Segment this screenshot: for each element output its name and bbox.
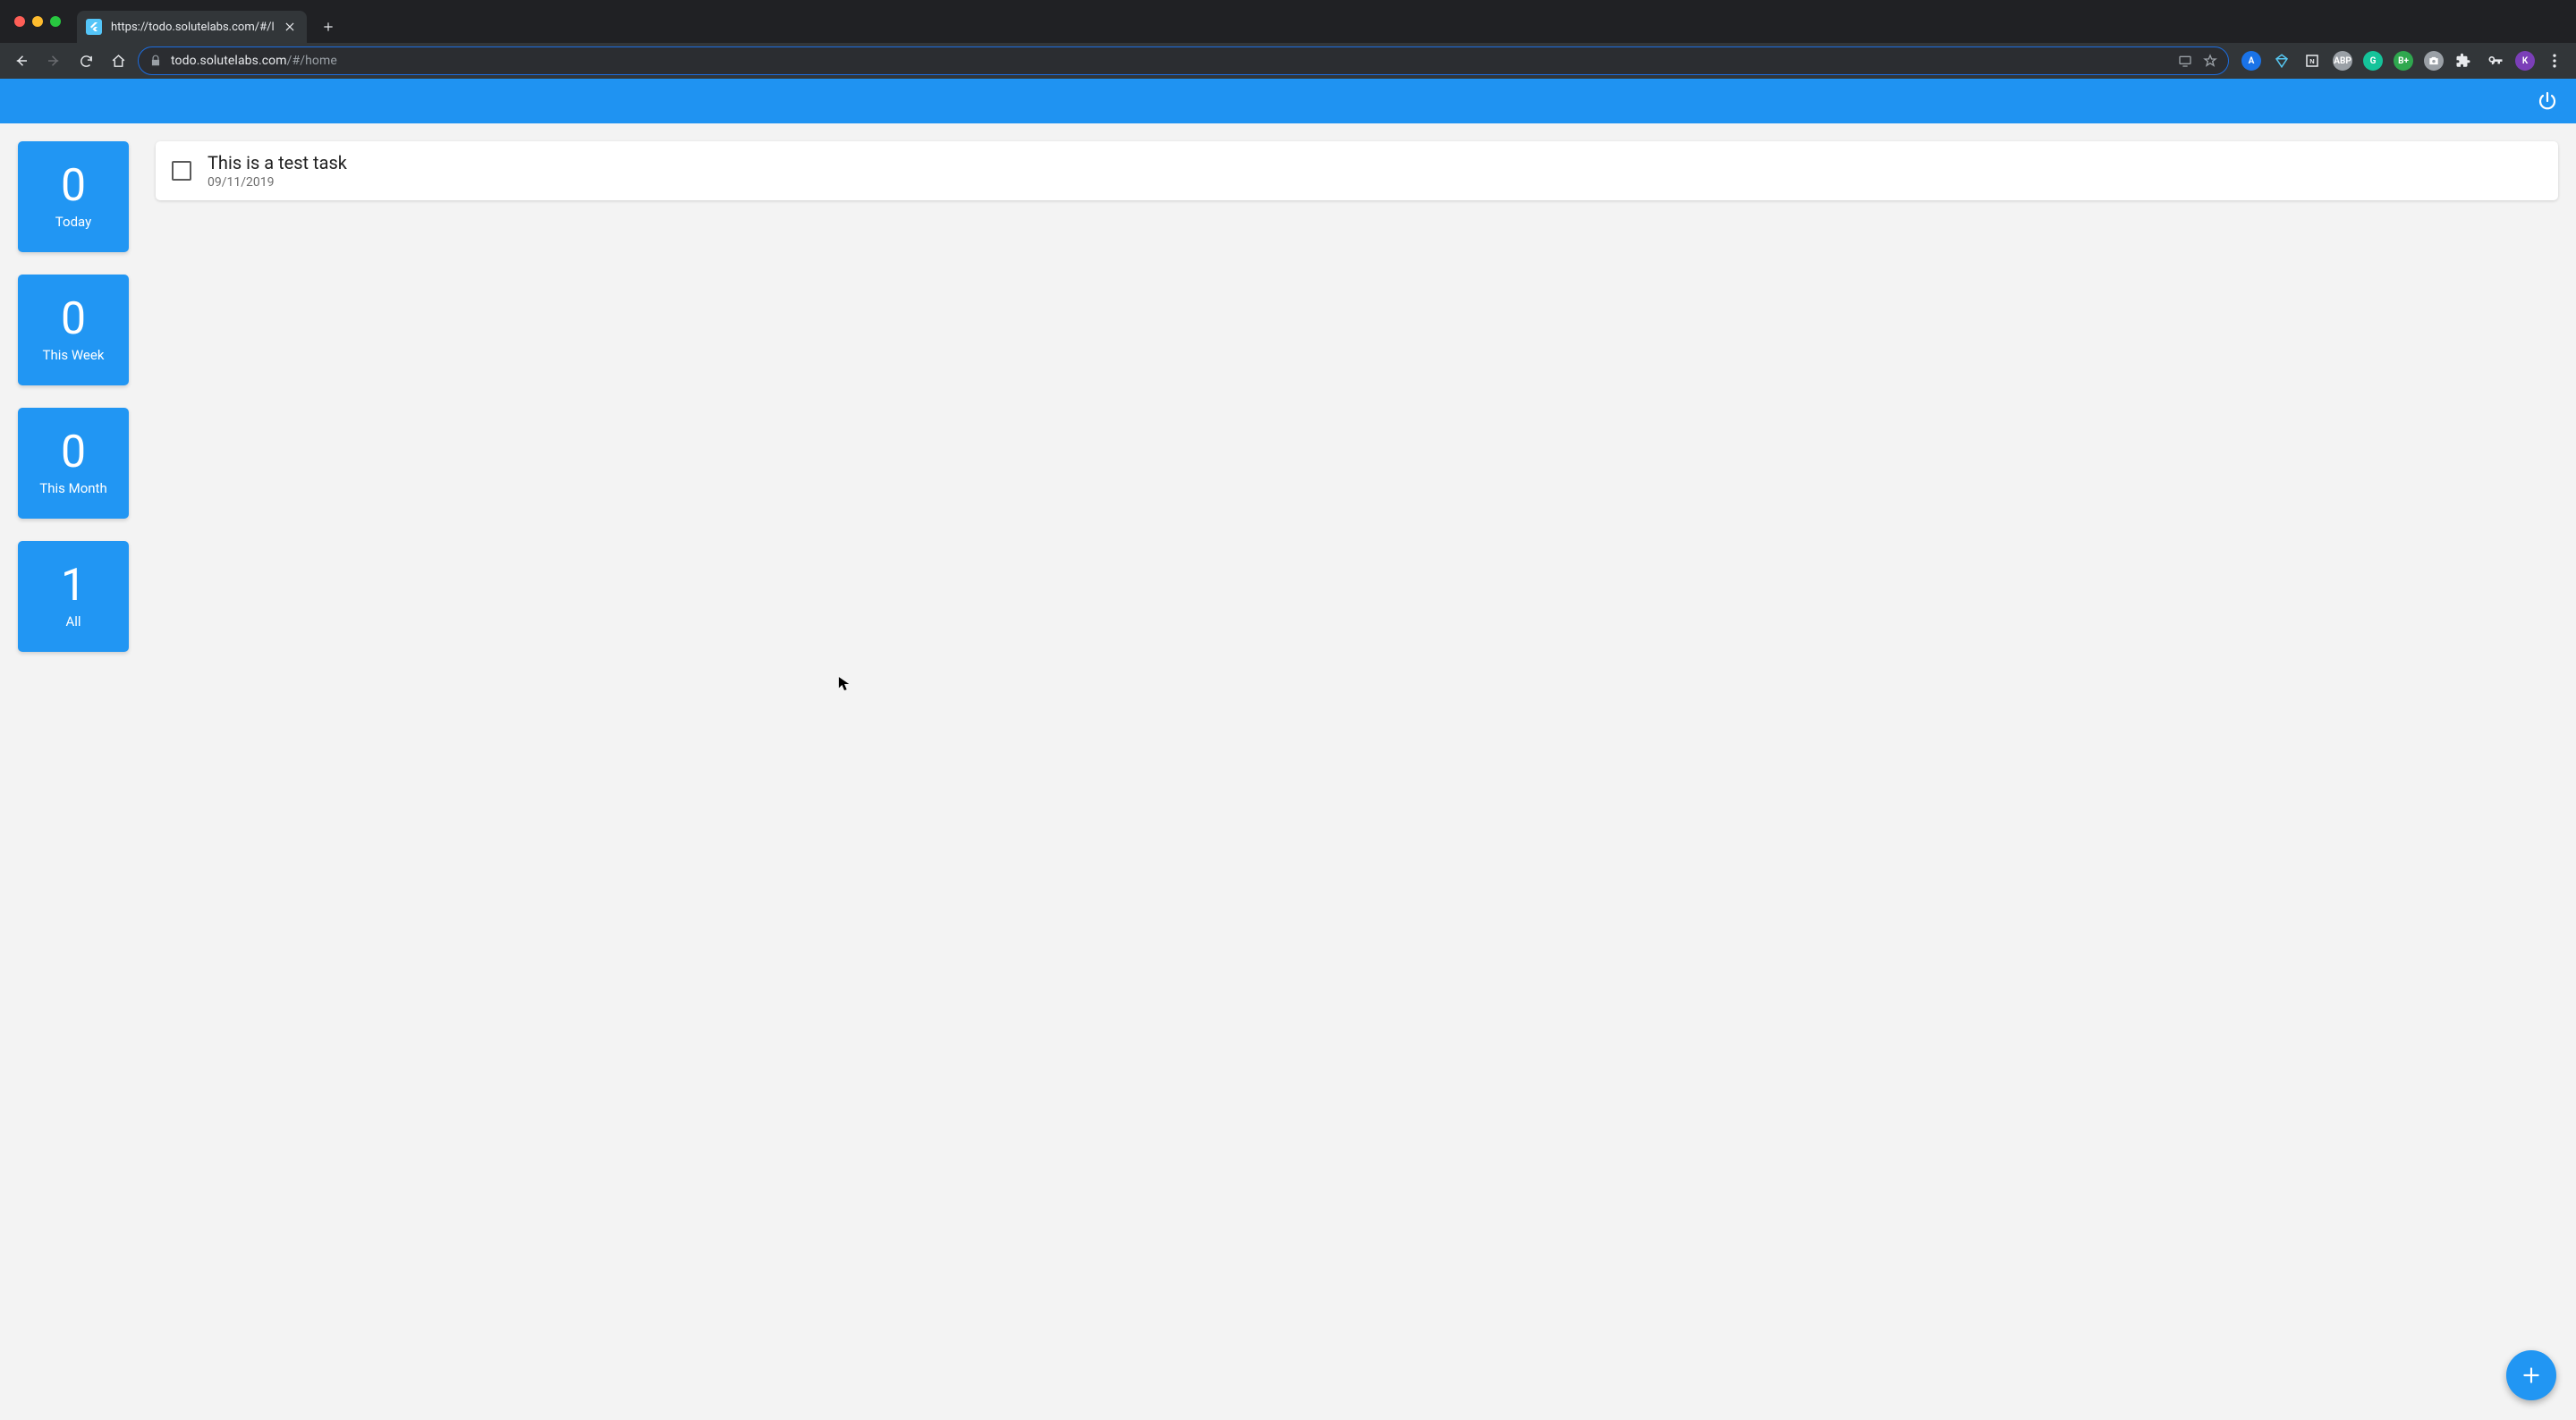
extension-icon[interactable]: N: [2302, 51, 2322, 71]
task-list: This is a test task 09/11/2019: [156, 141, 2558, 652]
extension-icon[interactable]: G: [2363, 51, 2383, 71]
filter-label: This Month: [39, 480, 106, 496]
extensions-row: A N ABP G B+: [2241, 51, 2444, 71]
passwords-key-icon[interactable]: [2483, 48, 2508, 73]
page-content: 0 Today 0 This Week 0 This Month 1 All This is …: [0, 123, 2576, 670]
filter-label: All: [65, 613, 80, 630]
lock-icon: [149, 55, 162, 67]
new-tab-button[interactable]: [316, 14, 341, 39]
filter-card-this-week[interactable]: 0 This Week: [18, 275, 129, 385]
close-tab-icon[interactable]: [284, 21, 296, 33]
window-close-button[interactable]: [14, 16, 25, 27]
url-domain: todo.solutelabs.com: [171, 54, 287, 68]
back-button[interactable]: [9, 48, 34, 73]
task-info: This is a test task 09/11/2019: [208, 152, 347, 190]
forward-button[interactable]: [41, 48, 66, 73]
browser-tabstrip: https://todo.solutelabs.com/#/l: [0, 0, 2576, 43]
page-viewport: 0 Today 0 This Week 0 This Month 1 All This is …: [0, 79, 2576, 1420]
filter-card-this-month[interactable]: 0 This Month: [18, 408, 129, 519]
app-bar: [0, 79, 2576, 123]
window-controls: [14, 0, 61, 43]
install-app-icon[interactable]: [2178, 54, 2192, 68]
filter-label: This Week: [43, 347, 105, 363]
window-maximize-button[interactable]: [50, 16, 61, 27]
svg-text:N: N: [2309, 57, 2314, 65]
home-button[interactable]: [106, 48, 131, 73]
extensions-puzzle-icon[interactable]: [2451, 48, 2476, 73]
logout-button[interactable]: [2537, 90, 2558, 112]
url-path: /#/home: [287, 54, 337, 68]
task-row[interactable]: This is a test task 09/11/2019: [156, 141, 2558, 200]
tab-title: https://todo.solutelabs.com/#/l: [111, 21, 275, 34]
extension-icon[interactable]: A: [2241, 51, 2261, 71]
filter-count: 1: [61, 563, 86, 608]
task-date: 09/11/2019: [208, 175, 347, 190]
extension-icon[interactable]: ABP: [2333, 51, 2352, 71]
task-title: This is a test task: [208, 152, 347, 173]
reload-button[interactable]: [73, 48, 98, 73]
omnibox-actions: [2178, 54, 2217, 68]
address-bar[interactable]: todo.solutelabs.com/#/home: [138, 46, 2229, 75]
bookmark-star-icon[interactable]: [2203, 54, 2217, 68]
filter-card-all[interactable]: 1 All: [18, 541, 129, 652]
browser-tab[interactable]: https://todo.solutelabs.com/#/l: [77, 11, 307, 43]
filter-count: 0: [61, 430, 86, 475]
window-minimize-button[interactable]: [32, 16, 43, 27]
flutter-favicon-icon: [86, 19, 102, 35]
filter-count: 0: [61, 297, 86, 342]
extension-icon[interactable]: [2272, 51, 2292, 71]
url-text: todo.solutelabs.com/#/home: [171, 54, 2169, 68]
profile-avatar[interactable]: K: [2515, 51, 2535, 71]
extension-icon[interactable]: [2424, 51, 2444, 71]
filter-count: 0: [61, 164, 86, 208]
browser-toolbar: todo.solutelabs.com/#/home A N ABP G B+ K: [0, 43, 2576, 79]
filter-sidebar: 0 Today 0 This Week 0 This Month 1 All: [18, 141, 129, 652]
extension-icon[interactable]: B+: [2394, 51, 2413, 71]
task-checkbox[interactable]: [172, 161, 191, 181]
filter-label: Today: [55, 214, 91, 230]
add-task-fab[interactable]: [2506, 1350, 2556, 1400]
cursor-icon: [838, 676, 851, 692]
browser-menu-button[interactable]: [2542, 48, 2567, 73]
filter-card-today[interactable]: 0 Today: [18, 141, 129, 252]
